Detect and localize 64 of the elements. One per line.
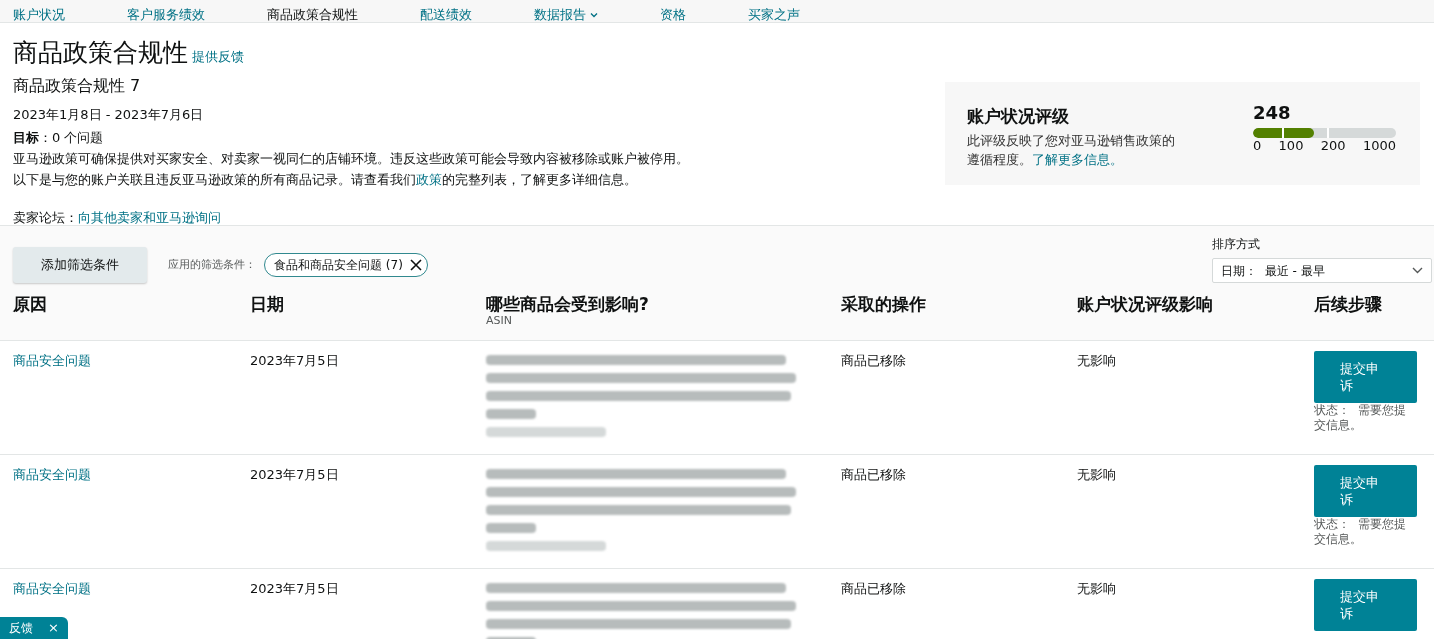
column-header: 日期 [250,294,285,314]
caret-icon [590,11,598,18]
appeal-button[interactable]: 提交申诉 [1314,579,1417,631]
chevron-down-icon [1412,267,1423,274]
date-range: 2023年1月8日 - 2023年7月6日 [13,106,205,124]
appeal-button[interactable]: 提交申诉 [1314,351,1417,403]
reason-link[interactable]: 商品安全问题 [13,353,91,368]
learn-more-link[interactable]: 了解更多信息。 [1032,152,1123,167]
feedback-tab-label: 反馈 [9,620,33,637]
description-text: 亚马逊政策可确保提供对买家安全、对卖家一视同仁的店铺环境。违反这些政策可能会导致内容被移除或账户被停用。 [13,150,689,168]
column-header: 哪些商品会受到影响? [486,294,650,314]
table-cell: 商品已移除 [841,353,906,368]
reason-link[interactable]: 商品安全问题 [13,581,91,596]
sort-value: 日期： 最近 - 最早 [1221,262,1325,280]
nav-tab[interactable]: 资格 [660,7,686,22]
sort-label: 排序方式 [1212,237,1261,252]
filter-chip-label: 食品和商品安全问题 (7) [274,257,403,274]
add-filter-button[interactable]: 添加筛选条件 [13,247,147,283]
rating-title: 账户状况评级 [967,106,1070,126]
sort-dropdown[interactable]: 日期： 最近 - 最早 [1212,258,1432,283]
status-text: 状态： 需要您提交信息。 [1314,403,1407,433]
status-text: 状态： 需要您提交信息。 [1314,517,1407,547]
table-cell: 无影响 [1077,467,1116,482]
page-subtitle: 商品政策合规性 7 [13,75,142,97]
policy-link[interactable]: 政策 [416,169,442,189]
column-header: 账户状况评级影响 [1077,294,1214,314]
column-header: 后续步骤 [1314,294,1383,314]
column-header: 原因 [13,294,48,314]
nav-tab[interactable]: 买家之声 [748,7,800,22]
forum-link[interactable]: 向其他卖家和亚马逊询问 [78,208,221,228]
table-cell: 2023年7月5日 [250,581,339,596]
applied-filters-label: 应用的筛选条件： [168,256,256,273]
nav-tab[interactable]: 账户状况 [13,7,65,22]
rating-description: 此评级反映了您对亚马逊销售政策的遵循程度。了解更多信息。 [967,132,1176,169]
scale-tick: 1000 [1362,138,1396,154]
column-sublabel: ASIN [486,314,513,327]
page-title: 商品政策合规性 [13,38,188,68]
feedback-link[interactable]: 提供反馈 [192,46,244,66]
reason-link[interactable]: 商品安全问题 [13,467,91,482]
appeal-button[interactable]: 提交申诉 [1314,465,1417,517]
table-cell: 无影响 [1077,581,1116,596]
scale-tick: 100 [1278,138,1304,154]
forum-label: 卖家论坛： [13,209,78,227]
scale-tick: 0 [1253,138,1262,154]
description-text: 以下是与您的账户关联且违反亚马逊政策的所有商品记录。请查看我们 [13,170,416,189]
description-text: 的完整列表，了解更多详细信息。 [442,170,637,189]
table-cell: 2023年7月5日 [250,467,339,482]
target-value: ：0 个问题 [39,128,104,147]
nav-tab[interactable]: 数据报告 [534,7,598,22]
nav-tab[interactable]: 客户服务绩效 [127,7,205,22]
column-header: 采取的操作 [841,294,927,314]
feedback-close[interactable]: × [48,618,59,638]
target-label: 目标 [13,128,39,147]
scale-tick: 200 [1320,138,1346,154]
nav-tab[interactable]: 配送绩效 [420,7,472,22]
rating-score: 248 [1253,101,1292,125]
close-icon[interactable] [408,258,423,272]
table-cell: 无影响 [1077,353,1116,368]
feedback-tab[interactable]: 反馈 × [0,617,68,639]
nav-tab[interactable]: 商品政策合规性 [267,7,358,22]
table-cell: 2023年7月5日 [250,353,339,368]
table-cell: 商品已移除 [841,581,906,596]
table-cell: 商品已移除 [841,467,906,482]
filter-chip[interactable]: 食品和商品安全问题 (7) [264,253,428,277]
